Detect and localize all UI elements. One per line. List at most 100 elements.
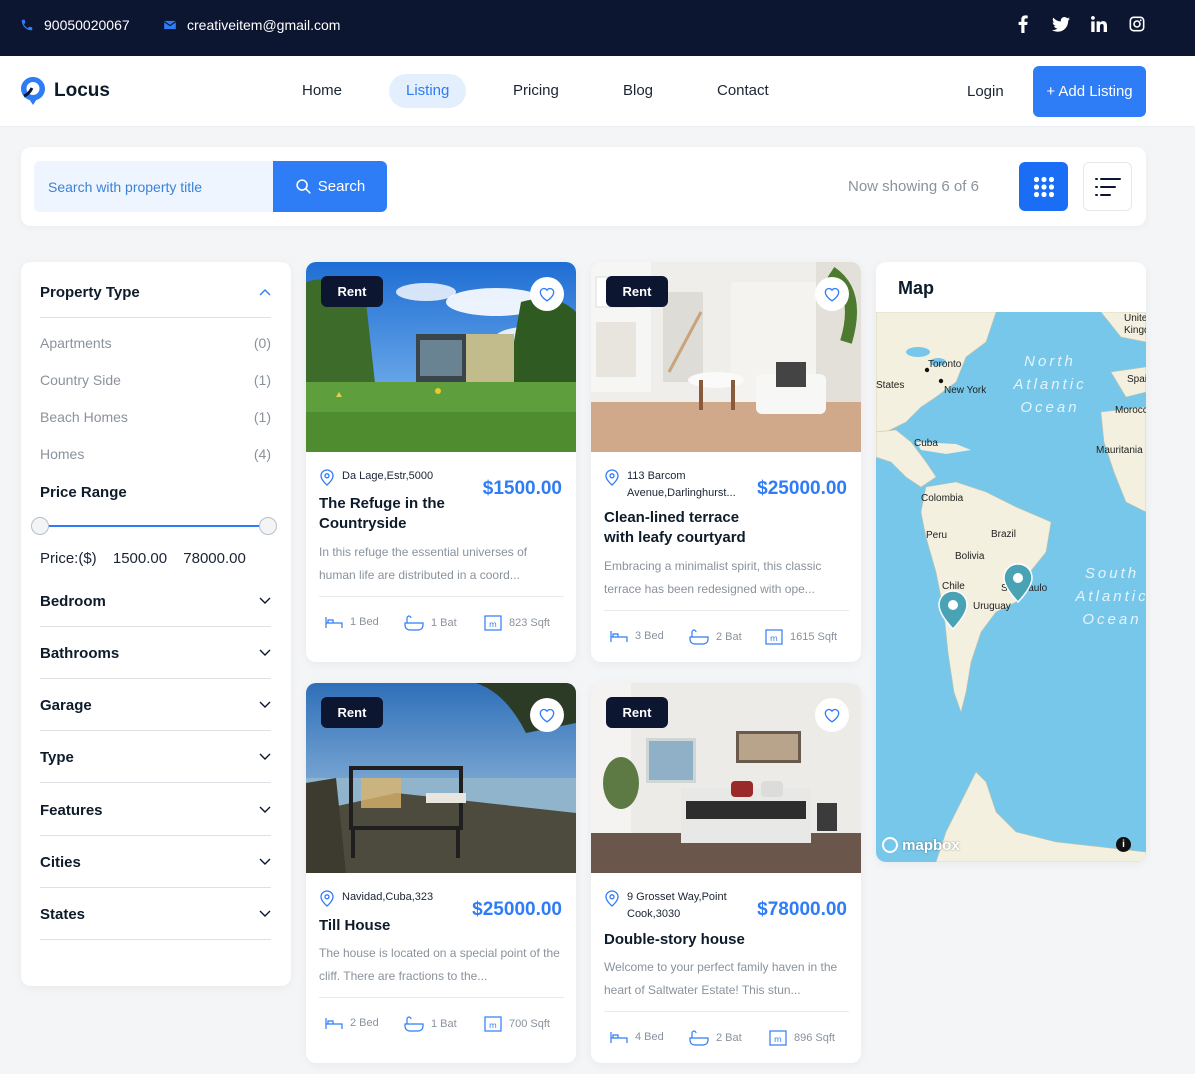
chevron-down-icon[interactable] bbox=[259, 806, 271, 814]
chevron-down-icon[interactable] bbox=[259, 701, 271, 709]
price-slider-min-handle[interactable] bbox=[31, 517, 49, 535]
property-type-country-side[interactable]: Country Side (1) bbox=[40, 372, 271, 388]
divider bbox=[40, 782, 271, 783]
nav-blog[interactable]: Blog bbox=[606, 74, 670, 108]
listing-price: $25000.00 bbox=[757, 478, 847, 499]
facebook-icon[interactable] bbox=[1013, 14, 1033, 34]
map-marker-icon[interactable] bbox=[1001, 562, 1035, 604]
chevron-up-icon[interactable] bbox=[259, 288, 271, 296]
nav-home[interactable]: Home bbox=[285, 74, 359, 108]
location-pin-icon bbox=[605, 890, 619, 907]
mapbox-logo[interactable]: mapbox bbox=[882, 837, 960, 854]
property-type-count: (4) bbox=[253, 446, 271, 462]
filter-cities[interactable]: Cities bbox=[40, 854, 81, 871]
bath-text: 2 Bat bbox=[716, 631, 742, 643]
bed-count: 2 Bed bbox=[325, 1016, 379, 1030]
area-text: 896 Sqft bbox=[794, 1032, 835, 1044]
map-label-cuba: Cuba bbox=[914, 438, 938, 449]
nav-listing[interactable]: Listing bbox=[389, 74, 467, 108]
map-label-united-kingdom: United Kingdom bbox=[1124, 313, 1146, 336]
chevron-down-icon[interactable] bbox=[259, 597, 271, 605]
favorite-button[interactable] bbox=[530, 277, 564, 311]
map-label-south-atlantic: South Atlantic Ocean bbox=[1075, 565, 1146, 628]
filter-states[interactable]: States bbox=[40, 906, 85, 923]
bath-count: 1 Bat bbox=[404, 615, 457, 631]
price-slider-track[interactable] bbox=[40, 525, 271, 527]
divider bbox=[40, 939, 271, 940]
listing-image[interactable]: Rent bbox=[591, 262, 861, 452]
chevron-down-icon[interactable] bbox=[259, 649, 271, 657]
instagram-icon[interactable] bbox=[1127, 14, 1147, 34]
listing-card[interactable]: Rent 113 Barcom Avenue,Darlinghurst... $… bbox=[591, 262, 861, 662]
listing-location: Da Lage,Estr,5000 bbox=[320, 468, 440, 486]
property-type-homes[interactable]: Homes (4) bbox=[40, 446, 271, 462]
price-max-input[interactable]: 78000.00 bbox=[183, 550, 246, 567]
chevron-down-icon[interactable] bbox=[259, 858, 271, 866]
listing-title[interactable]: Double-story house bbox=[604, 930, 774, 950]
listing-badge: Rent bbox=[321, 697, 383, 728]
search-button-label: Search bbox=[317, 178, 366, 195]
property-type-label: Apartments bbox=[40, 335, 112, 351]
listing-title[interactable]: Clean-lined terrace with leafy courtyard bbox=[604, 508, 764, 548]
bed-text: 2 Bed bbox=[350, 1017, 379, 1029]
bath-count: 2 Bat bbox=[689, 1030, 742, 1046]
map-label-states: States bbox=[876, 380, 905, 391]
location-text: 9 Grosset Way,Point Cook,3030 bbox=[627, 891, 727, 920]
property-type-title[interactable]: Property Type bbox=[40, 284, 140, 301]
favorite-button[interactable] bbox=[815, 698, 849, 732]
map-canvas[interactable]: Toronto New York States Cuba Colombia Pe… bbox=[876, 312, 1146, 862]
listing-card[interactable]: Rent Navidad,Cuba,323 $25000.00 Till Hou… bbox=[306, 683, 576, 1063]
listing-card[interactable]: Rent 9 Grosset Way,Point Cook,3030 $7800… bbox=[591, 683, 861, 1063]
bed-icon bbox=[610, 1032, 628, 1043]
filter-bedroom[interactable]: Bedroom bbox=[40, 593, 106, 610]
list-view-button[interactable] bbox=[1083, 162, 1132, 211]
listing-location: 9 Grosset Way,Point Cook,3030 bbox=[605, 889, 745, 923]
main-nav: Locus Home Listing Pricing Blog Contact … bbox=[0, 56, 1195, 127]
listing-card[interactable]: Rent Da Lage,Estr,5000 $1500.00 The Refu… bbox=[306, 262, 576, 662]
filter-type[interactable]: Type bbox=[40, 749, 74, 766]
property-type-apartments[interactable]: Apartments (0) bbox=[40, 335, 271, 351]
linkedin-icon[interactable] bbox=[1089, 14, 1109, 34]
nav-contact[interactable]: Contact bbox=[700, 74, 786, 108]
price-values: Price:($) 1500.00 78000.00 bbox=[40, 550, 251, 567]
divider bbox=[40, 730, 271, 731]
favorite-button[interactable] bbox=[530, 698, 564, 732]
bed-count: 4 Bed bbox=[610, 1030, 664, 1044]
chevron-down-icon[interactable] bbox=[259, 910, 271, 918]
search-button[interactable]: Search bbox=[273, 161, 387, 212]
login-link[interactable]: Login bbox=[967, 83, 1004, 100]
listing-image[interactable]: Rent bbox=[306, 683, 576, 873]
email-contact[interactable]: creativeitem@gmail.com bbox=[163, 17, 340, 33]
listing-title[interactable]: The Refuge in the Countryside bbox=[319, 494, 469, 534]
property-type-count: (1) bbox=[253, 409, 271, 425]
nav-pricing[interactable]: Pricing bbox=[496, 74, 576, 108]
search-input[interactable] bbox=[34, 161, 274, 212]
listing-image[interactable]: Rent bbox=[591, 683, 861, 873]
property-type-beach-homes[interactable]: Beach Homes (1) bbox=[40, 409, 271, 425]
grid-view-button[interactable] bbox=[1019, 162, 1068, 211]
bed-icon bbox=[325, 1018, 343, 1029]
area-text: 823 Sqft bbox=[509, 617, 550, 629]
map-marker-icon[interactable] bbox=[936, 589, 970, 631]
property-type-count: (0) bbox=[253, 335, 271, 351]
divider bbox=[40, 678, 271, 679]
filter-garage[interactable]: Garage bbox=[40, 697, 92, 714]
favorite-button[interactable] bbox=[815, 277, 849, 311]
add-listing-button[interactable]: + Add Listing bbox=[1033, 66, 1146, 117]
info-icon[interactable]: i bbox=[1116, 837, 1131, 852]
filter-features[interactable]: Features bbox=[40, 802, 103, 819]
filter-bathrooms[interactable]: Bathrooms bbox=[40, 645, 119, 662]
price-min-input[interactable]: 1500.00 bbox=[113, 550, 167, 567]
phone-contact[interactable]: 90050020067 bbox=[20, 17, 130, 33]
listing-image[interactable]: Rent bbox=[306, 262, 576, 452]
listing-title[interactable]: Till House bbox=[319, 916, 469, 936]
map-label-new-york: New York bbox=[944, 385, 987, 396]
area-icon: m bbox=[484, 1016, 502, 1032]
map-label-mauritania: Mauritania bbox=[1096, 445, 1143, 456]
chevron-down-icon[interactable] bbox=[259, 753, 271, 761]
area-text: 700 Sqft bbox=[509, 1018, 550, 1030]
logo[interactable]: Locus bbox=[20, 76, 110, 106]
twitter-icon[interactable] bbox=[1051, 14, 1071, 34]
price-slider-max-handle[interactable] bbox=[259, 517, 277, 535]
area-size: m 896 Sqft bbox=[769, 1030, 835, 1046]
